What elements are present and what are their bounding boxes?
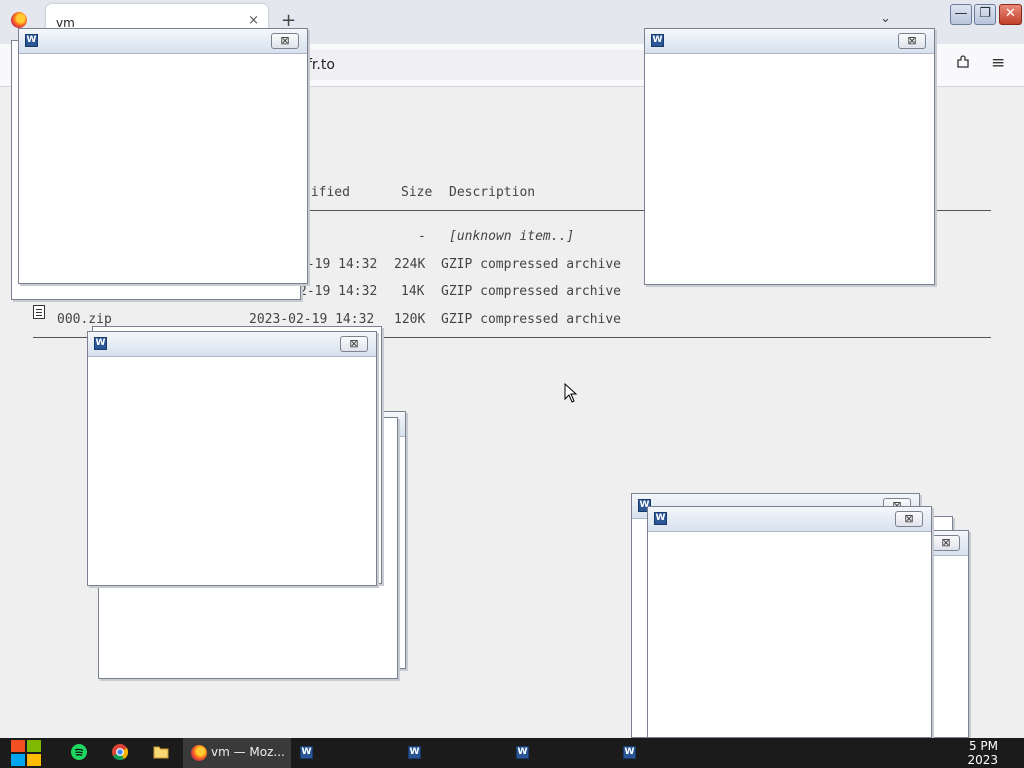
word-icon: W [516, 746, 529, 759]
taskbar-firefox-label: vm — Moz... [211, 745, 285, 759]
taskbar: vm — Moz... W W W W 5 PM 2023 [0, 738, 1024, 768]
start-logo-icon [11, 740, 25, 752]
popup-title-bar[interactable]: W ⊠ [88, 332, 376, 357]
window-maximize-button[interactable]: ❐ [974, 4, 996, 25]
column-header-size[interactable]: Size [401, 185, 432, 200]
word-icon: W [408, 746, 421, 759]
taskbar-word-button[interactable]: W [507, 738, 607, 768]
taskbar-word-button[interactable]: W [291, 738, 391, 768]
row-description: GZIP compressed archive [441, 312, 622, 327]
window-close-button[interactable]: ✕ [999, 4, 1022, 25]
word-popup-window[interactable]: W ⊠ [647, 506, 932, 738]
row-description: GZIP compressed archive [441, 284, 622, 299]
popup-close-button[interactable]: ⊠ [340, 336, 368, 352]
window-minimize-button[interactable]: — [950, 4, 972, 25]
word-icon: W [94, 337, 107, 350]
chrome-icon[interactable] [112, 744, 128, 760]
start-button[interactable] [11, 740, 43, 767]
firefox-logo-icon [11, 12, 27, 28]
taskbar-firefox-button[interactable]: vm — Moz... [183, 738, 291, 768]
column-header-description[interactable]: Description [449, 185, 535, 200]
column-header-modified[interactable]: dified [303, 185, 350, 200]
row-size: 224K [394, 257, 426, 272]
row-date: 2023-02-19 14:32 [249, 312, 375, 327]
word-popup-window[interactable]: W ⊠ [18, 28, 308, 284]
taskbar-word-button[interactable]: W [614, 738, 664, 768]
popup-title-bar[interactable]: W ⊠ [648, 507, 931, 532]
word-icon: W [25, 34, 38, 47]
clock-date: 2023 [967, 753, 998, 767]
list-tabs-button[interactable]: ⌄ [880, 11, 891, 26]
clock-time: 5 PM [968, 739, 998, 753]
file-icon [33, 305, 45, 319]
word-icon: W [654, 512, 667, 525]
popup-title-bar[interactable]: W ⊠ [19, 29, 307, 54]
word-icon: W [300, 746, 313, 759]
row-date: 2-19 14:32 [299, 257, 378, 272]
row-size: - [418, 229, 426, 244]
word-icon: W [651, 34, 664, 47]
word-popup-window[interactable]: W ⊠ [87, 331, 377, 586]
mouse-cursor-icon [564, 383, 578, 403]
taskbar-word-button[interactable]: W [399, 738, 499, 768]
tab-close-icon[interactable]: × [248, 13, 259, 28]
extensions-icon[interactable] [956, 55, 970, 69]
spotify-icon[interactable] [71, 744, 87, 760]
firefox-icon [191, 745, 207, 761]
popup-close-button[interactable]: ⊠ [271, 33, 299, 49]
row-description: GZIP compressed archive [441, 257, 622, 272]
row-description: [unknown item..] [449, 229, 575, 244]
url-text[interactable]: fr.to [307, 57, 335, 73]
row-date: 2-19 14:32 [299, 284, 378, 299]
row-size: 120K [394, 312, 426, 327]
popup-close-button[interactable]: ⊠ [895, 511, 923, 527]
app-menu-icon[interactable]: ≡ [991, 53, 1005, 73]
row-size: 14K [401, 284, 425, 299]
word-icon: W [623, 746, 636, 759]
popup-close-button[interactable]: ⊠ [898, 33, 926, 49]
popup-title-bar[interactable]: W ⊠ [645, 29, 934, 54]
row-filename-link[interactable]: 000.zip [57, 312, 112, 327]
system-clock[interactable]: 5 PM 2023 [967, 739, 998, 767]
word-popup-window[interactable]: W ⊠ [644, 28, 935, 285]
popup-close-button[interactable]: ⊠ [932, 535, 960, 551]
file-explorer-icon[interactable] [153, 744, 169, 760]
